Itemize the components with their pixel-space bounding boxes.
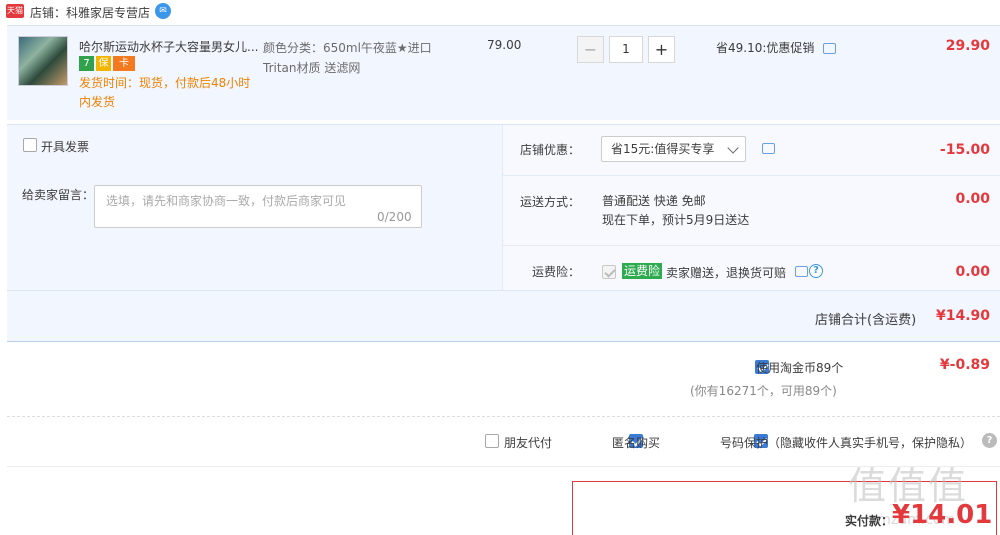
guarantee-icon: 保 — [96, 56, 111, 71]
shop-total-label: 店铺合计(含运费) — [815, 313, 917, 328]
invoice-checkbox[interactable] — [23, 138, 37, 152]
insurance-amount: 0.00 — [955, 264, 990, 280]
shop-discount-select[interactable]: 省15元:值得买专享 — [601, 136, 746, 162]
ship-time-note: 发货时间：现货，付款后48小时内发货 — [79, 76, 251, 109]
phone-protect-label[interactable]: 号码保护（隐藏收件人真实手机号，保护隐私） — [720, 434, 972, 451]
quantity-increase-button[interactable]: + — [648, 36, 675, 63]
shop-name-link[interactable]: 店铺：科雅家居专营店 — [30, 4, 150, 21]
divider — [7, 416, 1000, 417]
tmall-badge: 天猫 — [6, 4, 24, 18]
shop-discount-value: 省15元:值得买专享 — [611, 142, 715, 156]
insurance-text: 卖家赠送，退换货可赔 — [666, 266, 787, 280]
product-title-link[interactable]: 哈尔斯运动水杯子大容量男女儿... — [79, 38, 259, 55]
sku-info: 颜色分类：650ml午夜蓝★进口Tritan材质 送滤网 — [263, 41, 432, 75]
shop-discount-amount: -15.00 — [939, 142, 990, 158]
message-char-count: 0/200 — [377, 210, 412, 224]
shipping-info: 普通配送 快递 免邮 现在下单，预计5月9日送达 — [602, 192, 749, 230]
friend-pay-label[interactable]: 朋友代付 — [504, 434, 552, 451]
quantity-decrease-button[interactable]: − — [577, 36, 604, 63]
insurance-checkbox — [602, 265, 616, 279]
credit-card-icon: 卡 — [113, 56, 135, 71]
help-icon[interactable]: ? — [809, 264, 823, 278]
insurance-label: 运费险： — [531, 265, 580, 279]
chat-bubble-icon[interactable] — [795, 266, 808, 277]
divider — [502, 245, 1000, 246]
quantity-stepper: − 1 + — [577, 36, 675, 63]
message-label: 给卖家留言： — [22, 188, 95, 202]
actual-payment-amount: ¥14.01 — [892, 500, 993, 530]
taobao-coin-label[interactable]: 使用淘金币89个 — [756, 359, 843, 376]
item-total-price: 29.90 — [945, 38, 990, 54]
unit-price: 79.00 — [487, 38, 522, 52]
taobao-coin-balance: (你有16271个，可用89个) — [690, 384, 837, 398]
shipping-label: 运送方式： — [519, 195, 580, 209]
actual-payment-label: 实付款： — [845, 514, 894, 528]
help-icon[interactable]: ? — [982, 433, 997, 448]
chat-bubble-icon[interactable] — [762, 143, 775, 154]
promo-text: 省49.10:优惠促销 — [716, 41, 815, 55]
divider — [502, 175, 1000, 176]
chevron-down-icon — [727, 142, 739, 154]
chat-bubble-icon[interactable] — [823, 43, 836, 54]
quantity-input[interactable]: 1 — [609, 36, 643, 63]
divider — [7, 290, 1000, 291]
seven-day-return-icon: 7 — [79, 56, 94, 71]
shipping-eta: 现在下单，预计5月9日送达 — [602, 213, 750, 227]
insurance-tag: 运费险 — [622, 263, 663, 279]
friend-pay-checkbox[interactable] — [485, 434, 499, 448]
message-placeholder: 选填，请先和商家协商一致，付款后商家可见 — [106, 194, 347, 208]
taobao-coin-amount: ¥-0.89 — [939, 357, 990, 373]
invoice-label[interactable]: 开具发票 — [41, 138, 89, 155]
ww-chat-icon[interactable]: ✉ — [155, 3, 171, 19]
product-thumbnail[interactable] — [18, 36, 68, 86]
shop-total-amount: ¥14.90 — [935, 308, 990, 324]
shipping-method: 普通配送 快递 免邮 — [602, 194, 706, 208]
shipping-amount: 0.00 — [955, 191, 990, 207]
shop-discount-label: 店铺优惠： — [519, 143, 580, 157]
service-badges: 7保卡 — [79, 56, 137, 72]
anonymous-purchase-label[interactable]: 匿名购买 — [612, 434, 660, 451]
